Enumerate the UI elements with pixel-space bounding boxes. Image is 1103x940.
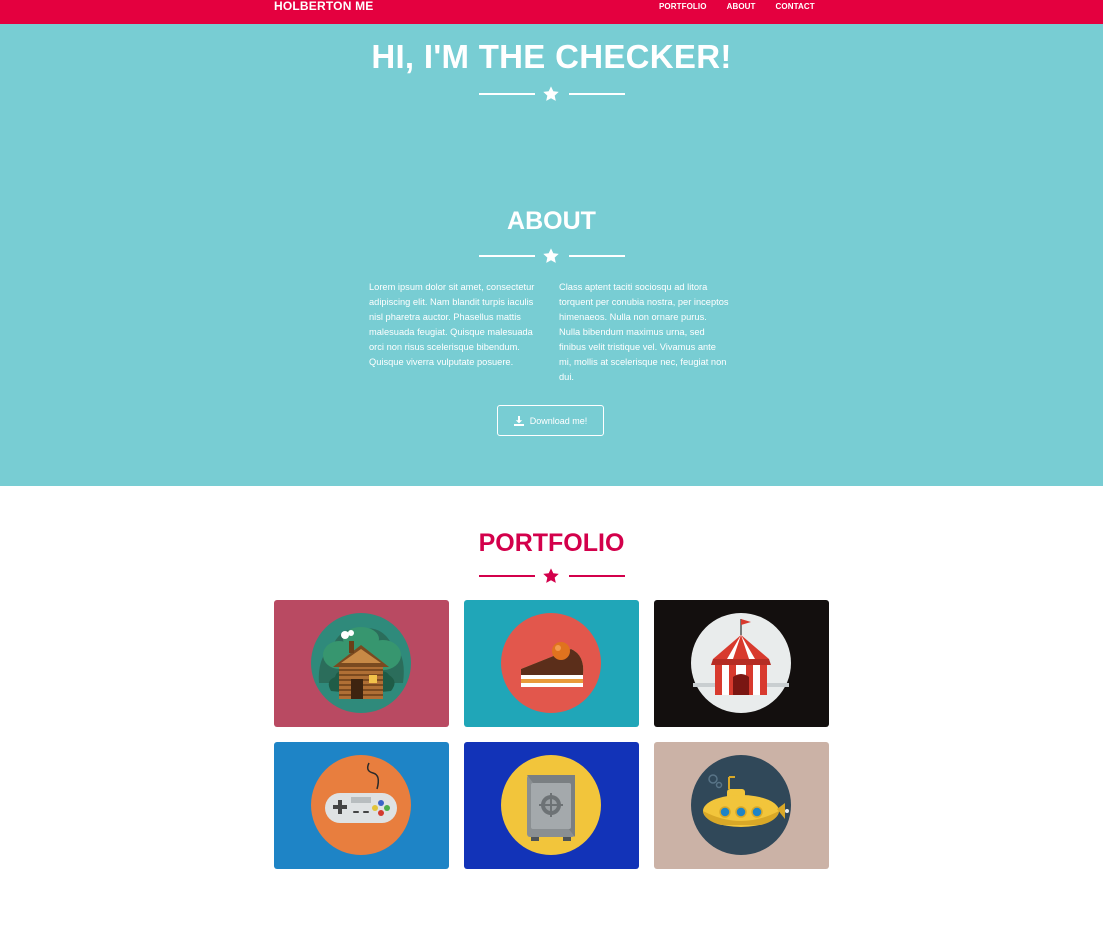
nav-links: PORTFOLIO ABOUT CONTACT bbox=[659, 0, 835, 13]
cabin-icon bbox=[311, 613, 411, 713]
hero-divider bbox=[479, 85, 625, 103]
portfolio-item-circus[interactable] bbox=[654, 600, 829, 727]
portfolio-item-cabin[interactable] bbox=[274, 600, 449, 727]
portfolio-item-game[interactable] bbox=[274, 742, 449, 869]
hero-section: HI, I'M THE CHECKER! ABOUT Lorem ipsum d… bbox=[0, 24, 1103, 486]
download-button[interactable]: Download me! bbox=[497, 405, 604, 436]
nav-link-contact[interactable]: CONTACT bbox=[776, 0, 815, 13]
portfolio-item-submarine[interactable] bbox=[654, 742, 829, 869]
portfolio-title: PORTFOLIO bbox=[478, 529, 625, 557]
navbar: HOLBERTON ME PORTFOLIO ABOUT CONTACT bbox=[0, 0, 1103, 24]
about-text-left: Lorem ipsum dolor sit amet, consectetur … bbox=[369, 282, 535, 367]
circus-tent-icon bbox=[691, 613, 791, 713]
portfolio-item-safe[interactable] bbox=[464, 742, 639, 869]
download-label: Download me! bbox=[529, 415, 588, 426]
portfolio-item-cake[interactable] bbox=[464, 600, 639, 727]
star-icon bbox=[543, 568, 559, 583]
about-text-right: Class aptent taciti sociosqu ad litora t… bbox=[559, 282, 729, 382]
about-divider bbox=[479, 247, 625, 265]
submarine-icon bbox=[691, 755, 791, 855]
nav-link-portfolio[interactable]: PORTFOLIO bbox=[659, 0, 707, 13]
star-icon bbox=[543, 248, 559, 263]
cake-icon bbox=[501, 613, 601, 713]
portfolio-divider bbox=[479, 567, 625, 585]
hero-title: HI, I'M THE CHECKER! bbox=[371, 38, 732, 75]
brand-link[interactable]: HOLBERTON ME bbox=[274, 0, 374, 13]
game-controller-icon bbox=[311, 755, 411, 855]
safe-icon bbox=[501, 755, 601, 855]
nav-link-about[interactable]: ABOUT bbox=[727, 0, 756, 13]
star-icon bbox=[543, 86, 559, 101]
download-icon bbox=[513, 415, 524, 426]
about-title: ABOUT bbox=[507, 207, 596, 235]
